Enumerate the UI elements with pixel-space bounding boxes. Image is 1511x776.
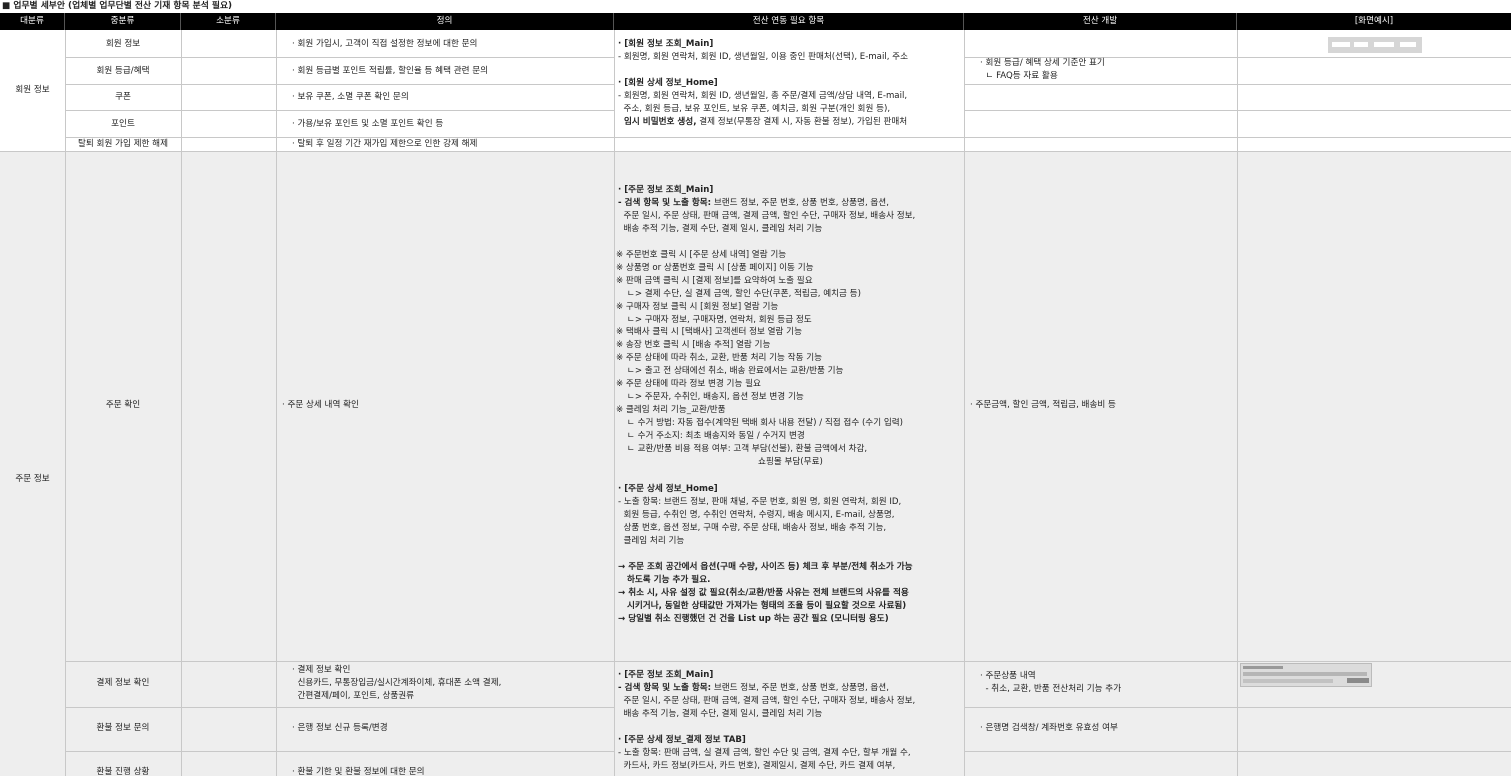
payment-screen-thumbnail: [1240, 663, 1372, 687]
link-order-home-body: - 노출 항목: 브랜드 정보, 판매 채널, 주문 번호, 회원 명, 회원 …: [618, 497, 902, 546]
grid-line: [65, 57, 614, 58]
grid-line: [276, 30, 277, 776]
grid-line: [181, 30, 182, 776]
mid-payment: 결제 정보 확인: [96, 678, 150, 688]
def-refund-info: · 은행 정보 신규 등록/변경: [292, 723, 388, 733]
header-definition: 정의: [276, 13, 614, 30]
header-major: 대분류: [0, 13, 65, 30]
mid-member-grade: 회원 등급/혜택: [96, 66, 150, 76]
link-member-home-title: · [회원 상세 정보_Home]: [618, 78, 718, 88]
def-point: · 가용/보유 포인트 및 소멸 포인트 확인 등: [292, 119, 444, 129]
link-pay-tab-body: - 노출 항목: 판매 금액, 실 결제 금액, 할인 수단 및 금액, 결제 …: [618, 748, 911, 771]
link-order-home-title: · [주문 상세 정보_Home]: [618, 484, 718, 494]
grid-line: [0, 151, 1511, 152]
header-screen-example: [화면예시]: [1237, 13, 1511, 30]
def-withdrawn-release: · 탈퇴 후 일정 기간 재가입 제한으로 인한 강제 해제: [292, 139, 478, 149]
grid-line: [964, 84, 1511, 85]
link-order-main-notes: ※ 주문번호 클릭 시 [주문 상세 내역] 열람 기능 ※ 상품명 or 상품…: [616, 250, 904, 467]
grid-line: [1237, 30, 1238, 776]
header-link-items: 전산 연동 필요 항목: [614, 13, 964, 30]
link-order-main-body: 주문 일시, 주문 상태, 판매 금액, 결제 금액, 할인 수단, 구매자 정…: [623, 211, 916, 234]
grid-line: [65, 707, 614, 708]
header-minor: 소분류: [181, 13, 276, 30]
link-pay-main-body: 주문 일시, 주문 상태, 판매 금액, 결제 금액, 할인 수단, 구매자 정…: [623, 696, 916, 719]
link-member-home-tail: 결제 정보(무통장 결제 시, 자동 환불 정보), 가입된 판매처: [696, 117, 908, 127]
grid-line: [65, 110, 614, 111]
mid-member-info: 회원 정보: [105, 39, 141, 49]
mid-point: 포인트: [111, 119, 135, 129]
dev-member: · 회원 등급/ 혜택 상세 기준안 표기 ㄴ FAQ등 자료 활용: [980, 58, 1105, 81]
link-pay-main-line1: - 검색 항목 및 노출 항목: 브랜드 정보, 주문 번호, 상품 번호, 상…: [618, 682, 889, 695]
grid-line: [964, 751, 1511, 752]
dev-payment: · 주문상품 내역 - 취소, 교환, 반품 전산처리 기능 추가: [980, 671, 1122, 694]
dev-order-confirm: · 주문금액, 할인 금액, 적립금, 배송비 등: [970, 400, 1116, 410]
mid-withdrawn-release: 탈퇴 회원 가입 제한 해제: [78, 139, 168, 149]
link-pay-main-title: · [주문 정보 조회_Main]: [618, 670, 714, 680]
link-order-main-line1: - 검색 항목 및 노출 항목: 브랜드 정보, 주문 번호, 상품 번호, 상…: [618, 197, 889, 210]
mid-refund-info: 환불 정보 문의: [96, 723, 150, 733]
def-member-grade: · 회원 등급별 포인트 적립률, 할인율 등 혜택 관련 문의: [292, 66, 489, 76]
mid-order-confirm: 주문 확인: [105, 400, 141, 410]
link-pay-main-bold: - 검색 항목 및 노출 항목:: [618, 683, 712, 693]
link-order-main-bold: - 검색 항목 및 노출 항목:: [618, 198, 712, 208]
dev-refund-info: · 은행명 검색창/ 계좌번호 유효성 여부: [980, 723, 1118, 733]
member-screen-thumbnail: [1328, 37, 1422, 53]
link-pay-tab-title: · [주문 상세 정보_결제 정보 TAB]: [618, 735, 746, 745]
def-coupon: · 보유 쿠폰, 소멸 쿠폰 확인 문의: [292, 92, 409, 102]
link-member-main-title: · [회원 정보 조회_Main]: [618, 39, 714, 49]
link-member-home-bold: 임시 비밀번호 생성,: [618, 117, 697, 127]
grid-line: [65, 661, 1511, 662]
link-pay-main-first: 브랜드 정보, 주문 번호, 상품 번호, 상품명, 옵션,: [711, 683, 889, 693]
link-member-home-line3: 임시 비밀번호 생성, 결제 정보(무통장 결제 시, 자동 환불 정보), 가…: [618, 116, 907, 129]
grid-line: [65, 751, 614, 752]
grid-line: [614, 30, 615, 776]
grid-line: [65, 84, 614, 85]
grid-line: [964, 707, 1511, 708]
category-order: 주문 정보: [15, 474, 50, 484]
category-member: 회원 정보: [15, 85, 50, 95]
grid-line: [964, 30, 965, 776]
def-refund-progress: · 환불 기한 및 환불 정보에 대한 문의: [292, 767, 425, 776]
link-order-main-title: · [주문 정보 조회_Main]: [618, 185, 714, 195]
mid-coupon: 쿠폰: [115, 92, 131, 102]
header-dev: 전산 개발: [964, 13, 1237, 30]
spreadsheet: ■ 업무별 세부안 (업체별 업무단별 전산 기재 항목 분석 필요) 대분류 …: [0, 0, 1511, 776]
grid-line: [964, 137, 1511, 138]
grid-line: [614, 137, 964, 138]
def-member-info: · 회원 가입시, 고객이 직접 설정한 정보에 대한 문의: [292, 39, 478, 49]
def-order-confirm: · 주문 상세 내역 확인: [282, 400, 359, 410]
link-order-main-first: 브랜드 정보, 주문 번호, 상품 번호, 상품명, 옵션,: [711, 198, 889, 208]
def-payment: · 결제 정보 확인 신용카드, 무통장입금/실시간계좌이체, 휴대폰 소액 결…: [292, 665, 502, 701]
sheet-title: ■ 업무별 세부안 (업체별 업무단별 전산 기재 항목 분석 필요): [2, 1, 233, 11]
grid-line: [964, 110, 1511, 111]
header-middle: 중분류: [65, 13, 181, 30]
mid-refund-progress: 환불 진행 상황: [96, 767, 150, 776]
link-order-arrows: → 주문 조회 공간에서 옵션(구매 수량, 사이즈 등) 체크 후 부분/전체…: [618, 562, 913, 624]
link-member-main-body: - 회원명, 회원 연락처, 회원 ID, 생년월일, 이용 중인 판매처(선택…: [618, 52, 908, 62]
link-member-home-body: - 회원명, 회원 연락처, 회원 ID, 생년월일, 총 주문/결제 금액/상…: [618, 91, 908, 114]
